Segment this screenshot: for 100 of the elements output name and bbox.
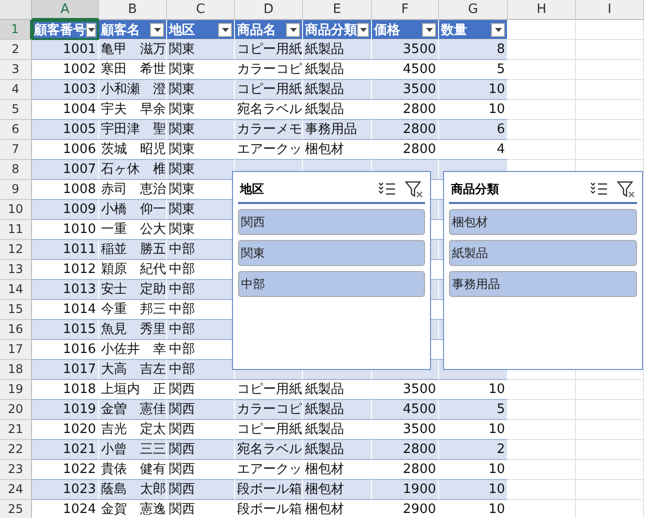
table-cell: 宇田津 聖 <box>99 120 167 140</box>
row-number[interactable]: 19 <box>0 380 32 400</box>
column-title: 顧客名 <box>101 22 141 38</box>
caret-icon <box>290 28 296 32</box>
column-header[interactable]: E <box>303 0 372 20</box>
slicer-item[interactable]: 事務用品 <box>449 271 637 297</box>
table-cell: 宛名ラベル <box>235 440 303 460</box>
row-number[interactable]: 12 <box>0 240 32 260</box>
slicer-item[interactable]: 梱包材 <box>449 209 637 235</box>
table-cell: 1024 <box>32 500 99 518</box>
table-cell: 関西 <box>167 480 235 500</box>
row-number[interactable]: 2 <box>0 40 32 60</box>
empty-cell <box>576 460 644 480</box>
row-number[interactable]: 11 <box>0 220 32 240</box>
table-cell: 1900 <box>372 480 439 500</box>
filter-dropdown[interactable] <box>357 22 369 36</box>
row-number[interactable]: 8 <box>0 160 32 180</box>
row-number[interactable]: 5 <box>0 100 32 120</box>
table-cell: 小和瀬 澄 <box>99 80 167 100</box>
column-header[interactable]: I <box>576 0 644 20</box>
filter-dropdown[interactable] <box>286 22 300 36</box>
table-cell: 10 <box>439 480 508 500</box>
table-cell: 1023 <box>32 480 99 500</box>
column-title: 顧客番号 <box>34 22 86 38</box>
row-number[interactable]: 14 <box>0 280 32 300</box>
row-number[interactable]: 15 <box>0 300 32 320</box>
row-number[interactable]: 1 <box>0 20 32 40</box>
empty-cell <box>508 460 576 480</box>
row-number[interactable]: 10 <box>0 200 32 220</box>
table-cell: 1007 <box>32 160 99 180</box>
filter-dropdown[interactable] <box>150 22 164 36</box>
column-header[interactable]: F <box>372 0 439 20</box>
table-cell: 安士 定助 <box>99 280 167 300</box>
table-cell: 石ヶ休 椎 <box>99 160 167 180</box>
column-title: 地区 <box>169 22 196 38</box>
caret-icon <box>360 28 366 32</box>
slicer-item[interactable]: 中部 <box>238 271 425 297</box>
table-cell: 5 <box>439 400 508 420</box>
multi-select-icon[interactable] <box>378 182 396 196</box>
table-cell: 大高 吉左 <box>99 360 167 380</box>
table-cell: 紙製品 <box>303 40 372 60</box>
empty-cell <box>576 40 644 60</box>
caret-icon <box>426 28 432 32</box>
clear-filter-icon[interactable] <box>405 180 423 198</box>
table-cell: 小曾 三三 <box>99 440 167 460</box>
filter-dropdown[interactable] <box>491 22 505 36</box>
table-cell: 1013 <box>32 280 99 300</box>
column-header[interactable]: C <box>167 0 235 20</box>
column-header[interactable]: D <box>235 0 303 20</box>
column-header[interactable]: H <box>508 0 576 20</box>
row-number[interactable]: 18 <box>0 360 32 380</box>
empty-cell <box>576 440 644 460</box>
table-cell: 魚見 秀里 <box>99 320 167 340</box>
table-cell: 紙製品 <box>303 80 372 100</box>
empty-cell <box>508 420 576 440</box>
row-number[interactable]: 6 <box>0 120 32 140</box>
multi-select-icon[interactable] <box>590 182 608 196</box>
slicer-item[interactable]: 関西 <box>238 209 425 235</box>
table-cell: 金曽 憲佳 <box>99 400 167 420</box>
table-cell: 6 <box>439 120 508 140</box>
clear-filter-icon[interactable] <box>617 180 635 198</box>
row-number[interactable]: 3 <box>0 60 32 80</box>
row-number[interactable]: 20 <box>0 400 32 420</box>
filter-dropdown[interactable] <box>86 22 96 36</box>
table-cell: 10 <box>439 500 508 518</box>
row-number[interactable]: 22 <box>0 440 32 460</box>
row-number[interactable]: 24 <box>0 480 32 500</box>
column-header[interactable]: A <box>32 0 99 20</box>
filter-dropdown[interactable] <box>218 22 232 36</box>
row-number[interactable]: 21 <box>0 420 32 440</box>
row-number[interactable]: 25 <box>0 500 32 518</box>
table-cell: 蔭島 太郎 <box>99 480 167 500</box>
row-number[interactable]: 13 <box>0 260 32 280</box>
filter-dropdown[interactable] <box>422 22 436 36</box>
empty-cell <box>576 80 644 100</box>
row-number[interactable]: 7 <box>0 140 32 160</box>
column-title: 商品分類 <box>305 22 357 38</box>
slicer-item[interactable]: 関東 <box>238 240 425 266</box>
empty-cell <box>508 60 576 80</box>
empty-cell <box>576 380 644 400</box>
table-cell: 1015 <box>32 320 99 340</box>
row-number[interactable]: 17 <box>0 340 32 360</box>
column-header[interactable]: G <box>439 0 508 20</box>
table-cell: 関西 <box>167 500 235 518</box>
column-header[interactable]: B <box>99 0 167 20</box>
table-cell: 稲並 勝五 <box>99 240 167 260</box>
table-cell: 金賀 憲逸 <box>99 500 167 518</box>
table-cell: カラーメモ <box>235 120 303 140</box>
row-number[interactable]: 9 <box>0 180 32 200</box>
table-cell: コピー用紙 <box>235 80 303 100</box>
row-number[interactable]: 23 <box>0 460 32 480</box>
slicer-title: 地区 <box>240 180 265 198</box>
empty-cell <box>576 60 644 80</box>
table-cell: コピー用紙 <box>235 40 303 60</box>
table-cell: 1009 <box>32 200 99 220</box>
row-number[interactable]: 4 <box>0 80 32 100</box>
row-number[interactable]: 16 <box>0 320 32 340</box>
table-cell: 8 <box>439 40 508 60</box>
slicer-item[interactable]: 紙製品 <box>449 240 637 266</box>
table-cell: 2800 <box>372 440 439 460</box>
